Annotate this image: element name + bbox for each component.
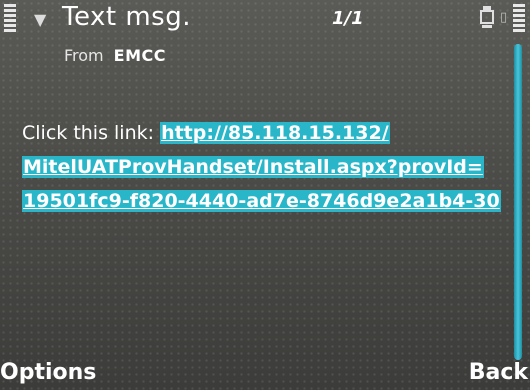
- sender-row: From EMCC: [64, 46, 166, 65]
- softkey-bar: Options Back: [0, 356, 530, 390]
- message-line: MitelUATProvHandset/Install.aspx?provId=: [22, 150, 498, 184]
- options-softkey[interactable]: Options: [0, 360, 96, 385]
- message-line: 19501fc9-f820-4440-ad7e-8746d9e2a1b4-30: [22, 184, 501, 218]
- message-body: Click this link: http://85.118.15.132/ M…: [22, 116, 501, 218]
- message-line: Click this link: http://85.118.15.132/: [22, 116, 498, 150]
- page-title: Text msg.: [62, 2, 191, 32]
- signal-strength-icon: [4, 4, 18, 36]
- message-link[interactable]: MitelUATProvHandset/Install.aspx?provId=: [22, 156, 484, 178]
- scrollbar[interactable]: [512, 44, 524, 360]
- antenna-icon: ▼: [34, 10, 47, 29]
- memory-card-icon: ▯: [500, 10, 508, 25]
- message-link[interactable]: 19501fc9-f820-4440-ad7e-8746d9e2a1b4-30: [22, 190, 501, 212]
- from-label: From: [64, 46, 104, 65]
- battery-level-icon: [513, 4, 527, 36]
- battery-icon: [480, 6, 494, 28]
- phone-screen: ▼ Text msg. 1/1 ▯ From EMCC Click this li…: [0, 0, 530, 390]
- sender-name: EMCC: [113, 46, 166, 65]
- status-bar: ▼ Text msg. 1/1 ▯: [0, 0, 530, 40]
- page-counter: 1/1: [332, 8, 364, 29]
- scroll-thumb[interactable]: [514, 44, 522, 360]
- message-link[interactable]: http://85.118.15.132/: [160, 122, 390, 144]
- back-softkey[interactable]: Back: [469, 360, 528, 385]
- message-prefix: Click this link:: [22, 122, 161, 144]
